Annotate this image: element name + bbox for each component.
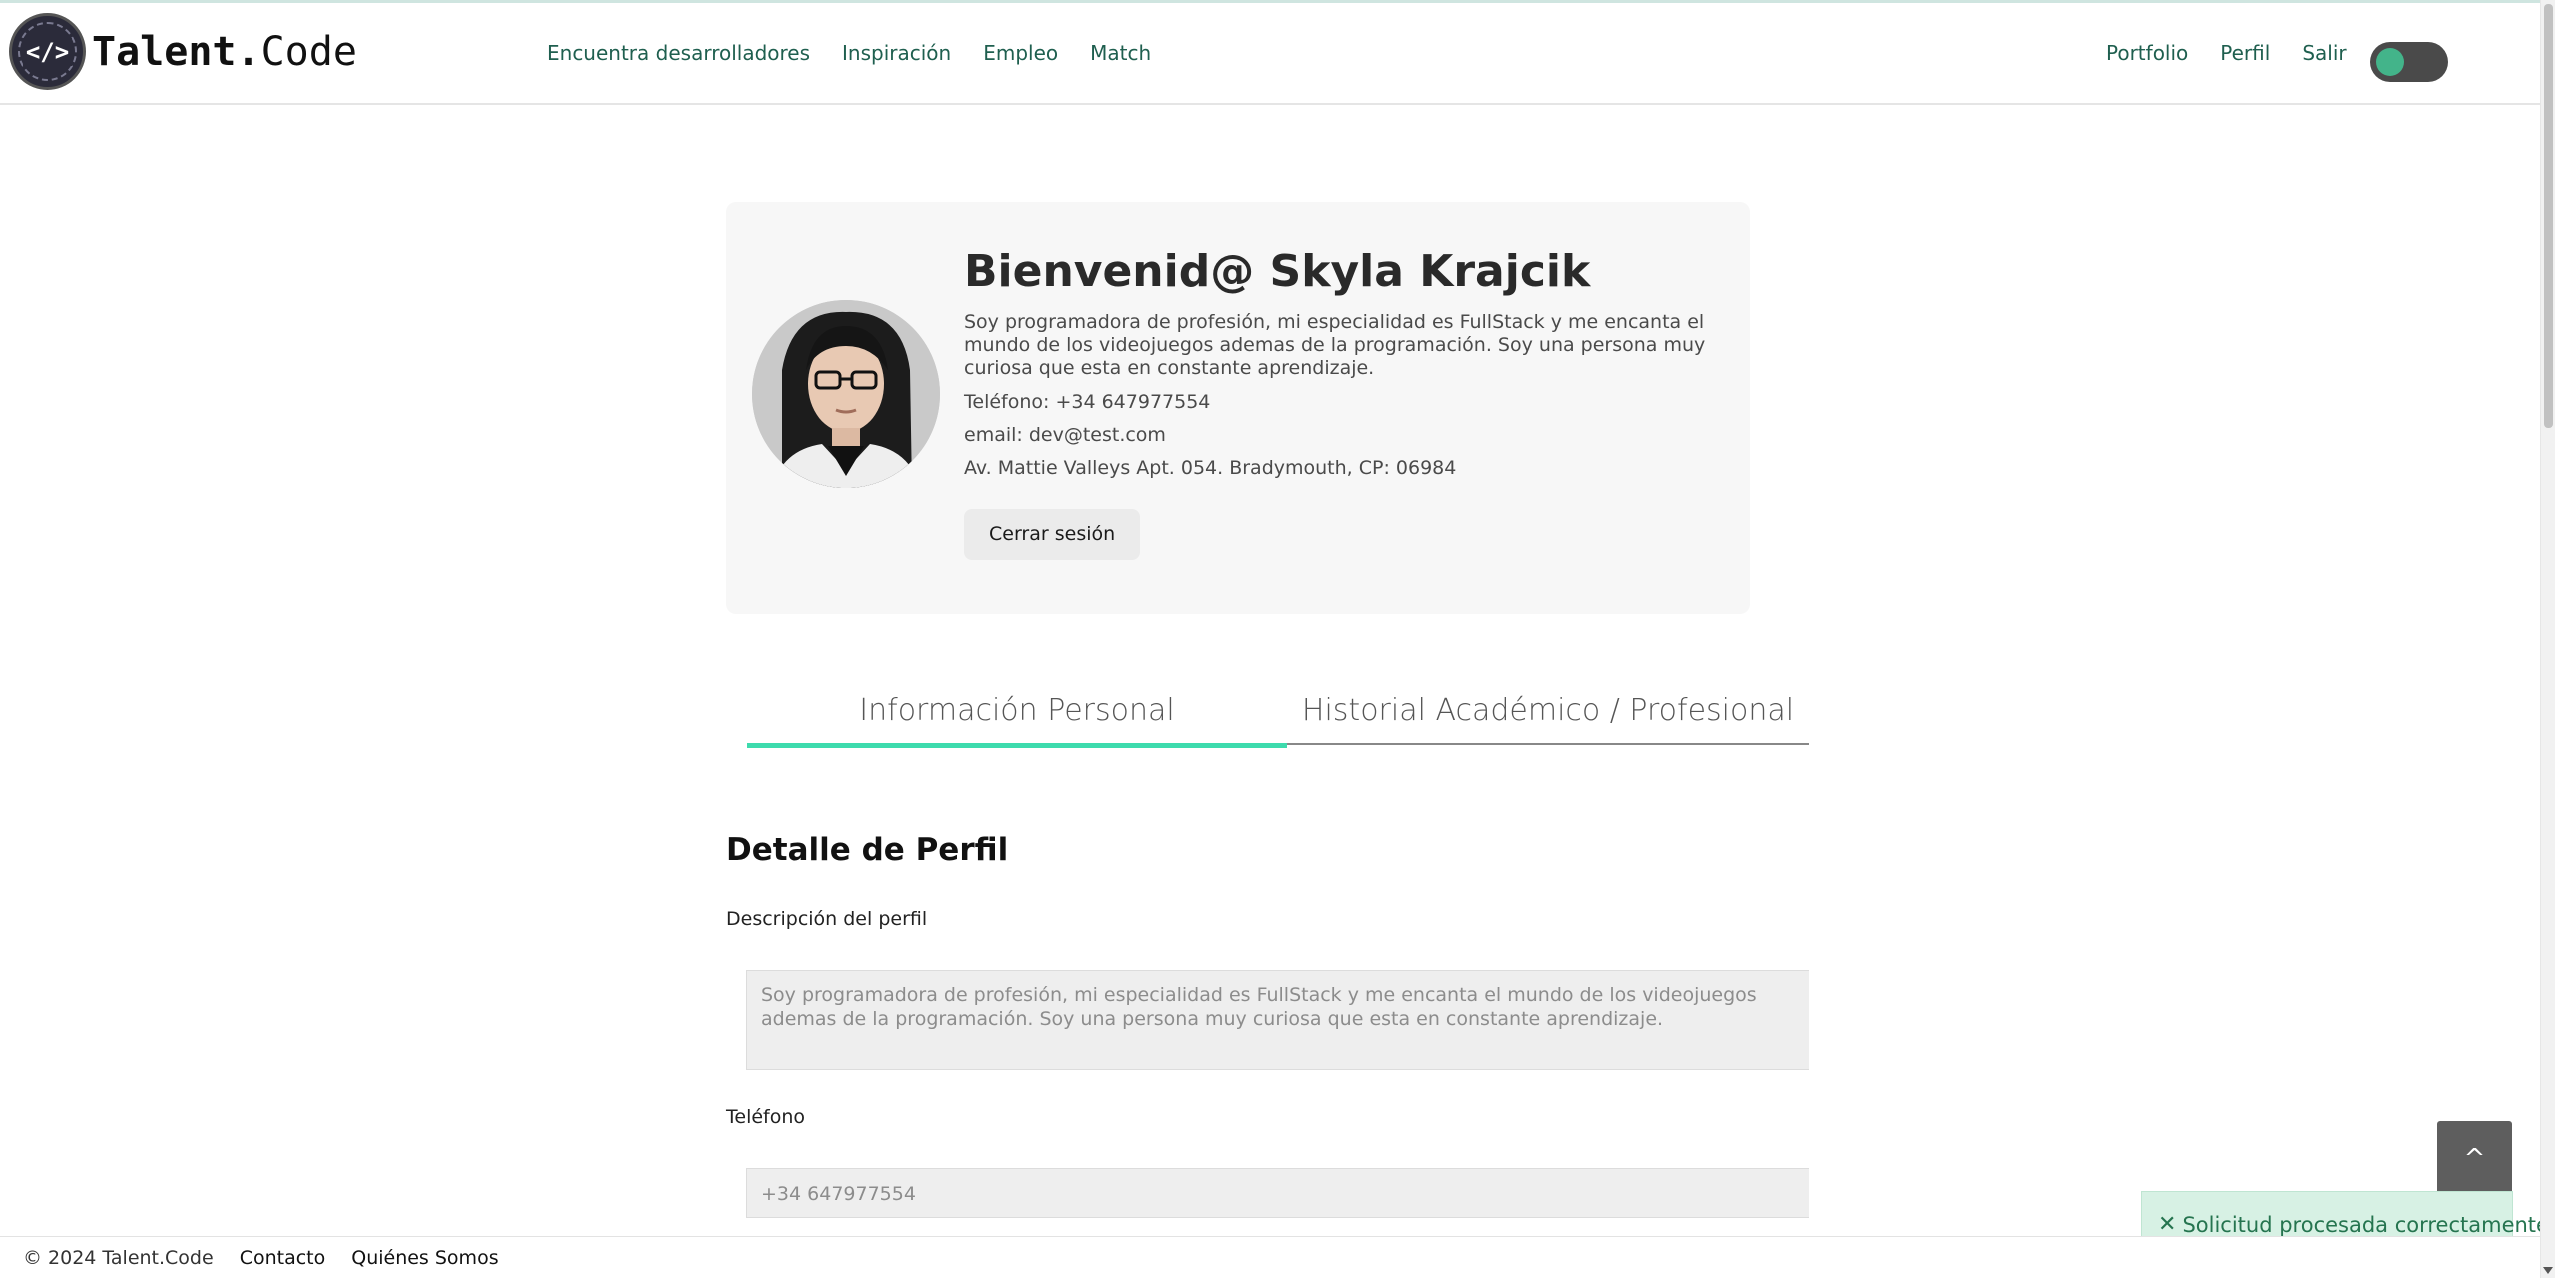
profile-address: Av. Mattie Valleys Apt. 054. Bradymouth,… — [964, 457, 1457, 479]
scrollbar-thumb[interactable] — [2544, 4, 2553, 428]
logo-text: Talent.Code — [92, 29, 357, 75]
logo-text-bold: Talent. — [92, 28, 261, 75]
profile-phone: Teléfono: +34 647977554 — [964, 391, 1211, 413]
scroll-down-arrow-icon[interactable] — [2543, 1267, 2553, 1274]
phone-field[interactable]: +34 647977554 — [746, 1168, 1809, 1218]
close-icon[interactable]: ✕ — [2158, 1212, 2176, 1237]
toast-message: Solicitud procesada correctamente. — [2182, 1212, 2555, 1237]
theme-toggle[interactable] — [2370, 42, 2448, 82]
footer: © 2024 Talent.Code Contacto Quiénes Somo… — [0, 1236, 2540, 1278]
nav-jobs[interactable]: Empleo — [983, 41, 1058, 65]
profile-email: email: dev@test.com — [964, 424, 1166, 446]
footer-copyright: © 2024 Talent.Code — [23, 1246, 214, 1269]
description-label: Descripción del perfil — [726, 908, 928, 930]
logo[interactable]: </> Talent.Code — [9, 13, 357, 90]
header: </> Talent.Code Encuentra desarrolladore… — [0, 3, 2540, 105]
phone-label: Teléfono — [726, 1106, 806, 1128]
footer-contact-link[interactable]: Contacto — [240, 1247, 326, 1269]
profile-bio: Soy programadora de profesión, mi especi… — [964, 311, 1706, 379]
nav-match[interactable]: Match — [1090, 41, 1151, 65]
main-nav: Encuentra desarrolladores Inspiración Em… — [547, 41, 1151, 65]
page-scrollbar[interactable] — [2540, 0, 2555, 1278]
avatar-portrait-icon — [752, 300, 940, 488]
nav-find-developers[interactable]: Encuentra desarrolladores — [547, 41, 810, 65]
caret-up-icon: ^ — [2463, 1143, 2486, 1174]
profile-card: Bienvenid@ Skyla Krajcik Soy programador… — [726, 202, 1750, 614]
logout-button[interactable]: Cerrar sesión — [964, 509, 1141, 560]
profile-tabs: Información Personal Historial Académico… — [747, 678, 1809, 748]
code-logo-icon: </> — [9, 13, 86, 90]
logo-text-rest: Code — [260, 28, 357, 75]
section-title: Detalle de Perfil — [726, 832, 1009, 868]
user-nav: Portfolio Perfil Salir — [2106, 41, 2347, 65]
profile-info: Bienvenid@ Skyla Krajcik Soy programador… — [964, 246, 1724, 560]
nav-portfolio[interactable]: Portfolio — [2106, 41, 2188, 65]
theme-toggle-knob — [2376, 48, 2404, 76]
avatar — [752, 300, 940, 488]
description-field[interactable]: Soy programadora de profesión, mi especi… — [746, 970, 1809, 1070]
footer-about-link[interactable]: Quiénes Somos — [351, 1247, 498, 1269]
welcome-title: Bienvenid@ Skyla Krajcik — [964, 246, 1591, 297]
nav-logout[interactable]: Salir — [2302, 41, 2346, 65]
logo-icon-text: </> — [22, 37, 73, 66]
tab-academic-history[interactable]: Historial Académico / Profesional — [1287, 678, 1809, 745]
scroll-to-top-button[interactable]: ^ — [2437, 1121, 2512, 1196]
nav-profile[interactable]: Perfil — [2220, 41, 2270, 65]
tab-personal-info[interactable]: Información Personal — [747, 678, 1287, 748]
nav-inspiration[interactable]: Inspiración — [842, 41, 951, 65]
